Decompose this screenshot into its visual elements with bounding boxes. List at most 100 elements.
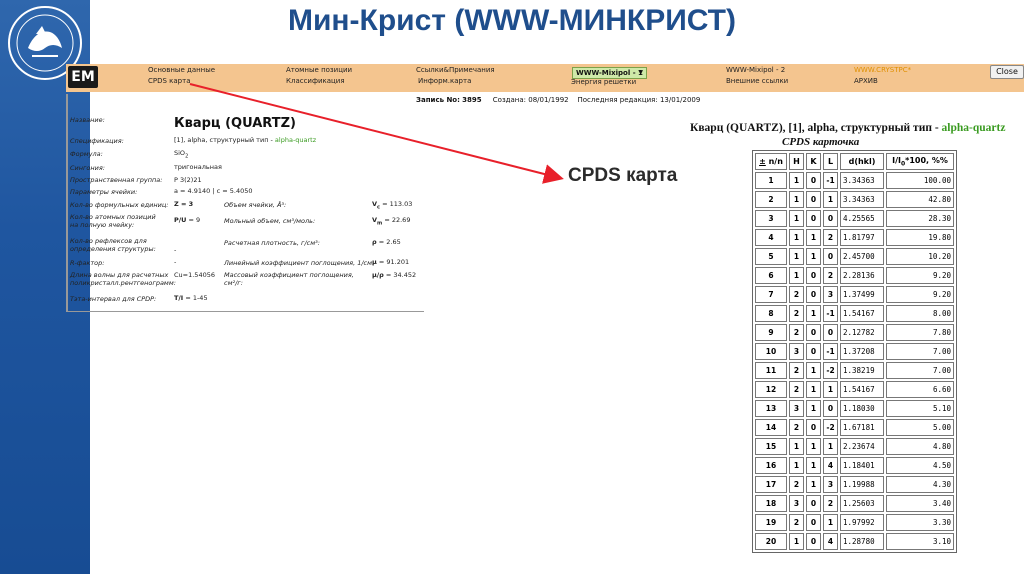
- cell-n: 2: [755, 191, 787, 208]
- cell-h: 1: [789, 191, 804, 208]
- cell-l: 1: [823, 438, 838, 455]
- cpds-title-type[interactable]: alpha-quartz: [942, 122, 1006, 134]
- cpds-title: Кварц (QUARTZ), [1], alpha, структурный …: [690, 122, 1005, 134]
- cell-d: 1.28780: [840, 533, 884, 550]
- table-row: 15 1 1 1 2.23674 4.80: [755, 438, 954, 455]
- cell-intensity: 4.80: [886, 438, 954, 455]
- cell-l: 2: [823, 229, 838, 246]
- cell-l: 0: [823, 400, 838, 417]
- table-row: 12 2 1 1 1.54167 6.60: [755, 381, 954, 398]
- cell-d: 1.54167: [840, 305, 884, 322]
- cell-k: 0: [806, 343, 821, 360]
- cell-d: 1.37499: [840, 286, 884, 303]
- cell-h: 2: [789, 514, 804, 531]
- cell-k: 1: [806, 229, 821, 246]
- cell-l: -2: [823, 362, 838, 379]
- cell-k: 0: [806, 419, 821, 436]
- cell-l: 3: [823, 476, 838, 493]
- cell-h: 1: [789, 210, 804, 227]
- cell-d: 1.18401: [840, 457, 884, 474]
- cell-h: 2: [789, 286, 804, 303]
- col-header-intensity[interactable]: I/I0*100, %%: [886, 153, 954, 170]
- cell-n: 12: [755, 381, 787, 398]
- cpds-title-prefix: Кварц (QUARTZ), [1], alpha, структурный …: [690, 122, 942, 134]
- col-header-d[interactable]: d(hkl): [840, 153, 884, 170]
- cell-d: 1.18030: [840, 400, 884, 417]
- cell-d: 2.28136: [840, 267, 884, 284]
- cell-l: 1: [823, 514, 838, 531]
- table-row: 11 2 1 -2 1.38219 7.00: [755, 362, 954, 379]
- cpds-header-row: ± n/n H K L d(hkl) I/I0*100, %%: [755, 153, 954, 170]
- cell-h: 2: [789, 324, 804, 341]
- cell-intensity: 4.50: [886, 457, 954, 474]
- col-header-l[interactable]: L: [823, 153, 838, 170]
- cell-d: 1.37208: [840, 343, 884, 360]
- cell-h: 3: [789, 400, 804, 417]
- cell-n: 17: [755, 476, 787, 493]
- cell-l: -1: [823, 172, 838, 189]
- table-row: 6 1 0 2 2.28136 9.20: [755, 267, 954, 284]
- cell-h: 1: [789, 248, 804, 265]
- col-header-n[interactable]: ± n/n: [755, 153, 787, 170]
- cell-intensity: 3.30: [886, 514, 954, 531]
- cell-intensity: 5.10: [886, 400, 954, 417]
- table-row: 9 2 0 0 2.12782 7.80: [755, 324, 954, 341]
- table-row: 17 2 1 3 1.19988 4.30: [755, 476, 954, 493]
- cell-h: 1: [789, 457, 804, 474]
- cell-intensity: 100.00: [886, 172, 954, 189]
- cell-k: 1: [806, 457, 821, 474]
- col-header-h[interactable]: H: [789, 153, 804, 170]
- cell-k: 0: [806, 495, 821, 512]
- cell-d: 3.34363: [840, 191, 884, 208]
- cell-k: 1: [806, 381, 821, 398]
- cell-l: 0: [823, 248, 838, 265]
- cell-d: 1.38219: [840, 362, 884, 379]
- table-row: 18 3 0 2 1.25603 3.40: [755, 495, 954, 512]
- cell-n: 18: [755, 495, 787, 512]
- cell-k: 1: [806, 438, 821, 455]
- cell-h: 1: [789, 172, 804, 189]
- cell-h: 2: [789, 381, 804, 398]
- cell-intensity: 8.00: [886, 305, 954, 322]
- cell-intensity: 3.10: [886, 533, 954, 550]
- cell-d: 1.19988: [840, 476, 884, 493]
- cell-k: 1: [806, 362, 821, 379]
- cell-l: 1: [823, 191, 838, 208]
- cell-d: 2.12782: [840, 324, 884, 341]
- cell-d: 2.23674: [840, 438, 884, 455]
- cell-k: 1: [806, 305, 821, 322]
- cell-d: 1.54167: [840, 381, 884, 398]
- cell-intensity: 7.00: [886, 343, 954, 360]
- col-header-k[interactable]: K: [806, 153, 821, 170]
- cell-l: -1: [823, 305, 838, 322]
- cell-n: 3: [755, 210, 787, 227]
- cell-n: 8: [755, 305, 787, 322]
- cell-n: 20: [755, 533, 787, 550]
- cell-l: 3: [823, 286, 838, 303]
- cell-intensity: 10.20: [886, 248, 954, 265]
- cpds-table: ± n/n H K L d(hkl) I/I0*100, %% 1 1 0 -1 3.3…: [752, 150, 957, 553]
- cell-d: 1.67181: [840, 419, 884, 436]
- i-label: I/I: [892, 155, 901, 165]
- cell-intensity: 9.20: [886, 286, 954, 303]
- cell-n: 13: [755, 400, 787, 417]
- cell-intensity: 19.80: [886, 229, 954, 246]
- cell-k: 0: [806, 172, 821, 189]
- table-row: 19 2 0 1 1.97992 3.30: [755, 514, 954, 531]
- cell-n: 15: [755, 438, 787, 455]
- cell-k: 0: [806, 514, 821, 531]
- cell-l: 4: [823, 457, 838, 474]
- cell-k: 1: [806, 400, 821, 417]
- cell-d: 4.25565: [840, 210, 884, 227]
- table-row: 20 1 0 4 1.28780 3.10: [755, 533, 954, 550]
- cpds-annotation-label: CPDS карта: [568, 165, 678, 186]
- cell-intensity: 7.00: [886, 362, 954, 379]
- cell-h: 3: [789, 343, 804, 360]
- cell-k: 0: [806, 286, 821, 303]
- cell-d: 3.34363: [840, 172, 884, 189]
- cell-intensity: 28.30: [886, 210, 954, 227]
- arrow-line: [189, 83, 564, 184]
- cell-n: 1: [755, 172, 787, 189]
- cell-l: 0: [823, 324, 838, 341]
- cell-h: 2: [789, 362, 804, 379]
